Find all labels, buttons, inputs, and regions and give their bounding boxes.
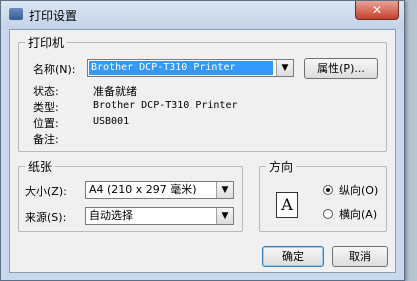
title-bar: 打印设置 ✕ [1, 1, 404, 29]
printer-icon [9, 8, 23, 20]
portrait-page-icon: A [276, 192, 298, 218]
printer-name-select[interactable]: Brother DCP-T310 Printer ▼ [87, 59, 294, 77]
paper-size-label: 大小(Z): [25, 185, 67, 198]
type-label: 类型: [33, 101, 59, 114]
status-label: 状态: [33, 85, 59, 98]
dialog-body: 打印机 名称(N): Brother DCP-T310 Printer ▼ 属性… [9, 29, 396, 273]
location-label: 位置: [33, 117, 59, 130]
cancel-button[interactable]: 取消 [332, 246, 388, 267]
portrait-radio[interactable] [323, 185, 333, 195]
comment-label: 备注: [33, 133, 59, 146]
orientation-group: 方向 A 纵向(O) 横向(A) [259, 158, 387, 232]
type-value: Brother DCP-T310 Printer [93, 100, 238, 111]
close-icon: ✕ [371, 3, 383, 17]
location-value: USB001 [93, 116, 130, 127]
orientation-group-label: 方向 [266, 158, 297, 175]
chevron-down-icon: ▼ [216, 208, 233, 224]
paper-source-select[interactable]: 自动选择 ▼ [85, 207, 234, 225]
printer-group-label: 打印机 [25, 34, 68, 51]
name-label: 名称(N): [33, 63, 76, 76]
paper-group: 纸张 大小(Z): A4 (210 x 297 毫米) ▼ 来源(S): 自动选… [18, 158, 243, 232]
paper-size-value: A4 (210 x 297 毫米) [89, 183, 197, 196]
properties-button[interactable]: 属性(P)... [304, 58, 378, 79]
paper-group-label: 纸张 [25, 158, 56, 175]
portrait-label[interactable]: 纵向(O) [339, 182, 378, 198]
printer-group: 打印机 名称(N): Brother DCP-T310 Printer ▼ 属性… [18, 34, 387, 152]
chevron-down-icon: ▼ [276, 60, 293, 76]
status-value: 准备就绪 [93, 85, 137, 98]
landscape-radio[interactable] [323, 209, 333, 219]
close-button[interactable]: ✕ [355, 1, 399, 20]
print-setup-dialog: 打印设置 ✕ 打印机 名称(N): Brother DCP-T310 Print… [0, 0, 405, 281]
paper-source-value: 自动选择 [89, 209, 133, 222]
paper-size-select[interactable]: A4 (210 x 297 毫米) ▼ [85, 181, 234, 199]
landscape-label[interactable]: 横向(A) [339, 206, 377, 222]
paper-source-label: 来源(S): [25, 211, 67, 224]
chevron-down-icon: ▼ [216, 182, 233, 198]
printer-name-value: Brother DCP-T310 Printer [89, 61, 273, 75]
ok-button[interactable]: 确定 [262, 246, 324, 267]
dialog-title: 打印设置 [29, 9, 78, 23]
